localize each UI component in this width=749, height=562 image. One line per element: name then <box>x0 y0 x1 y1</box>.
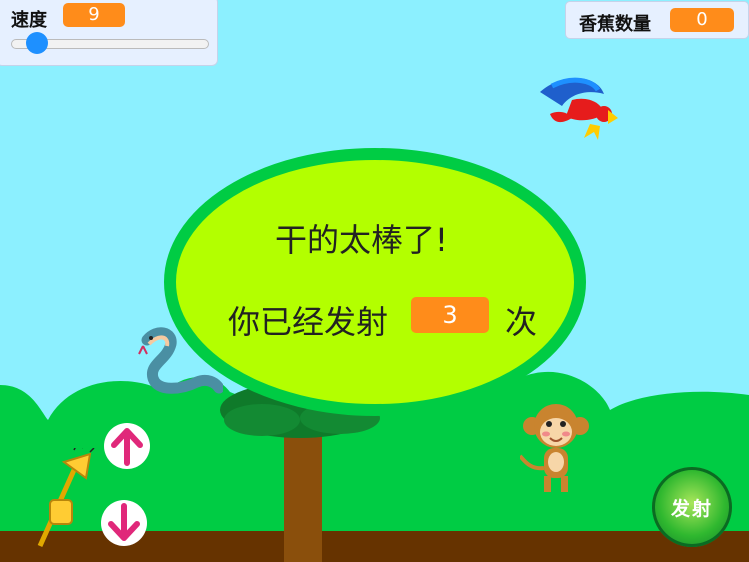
arrow-up-icon <box>111 428 143 466</box>
speed-label: 速度 <box>11 10 47 31</box>
banana-count-label: 香蕉数量 <box>579 14 651 35</box>
snake-sprite <box>138 327 223 394</box>
trumpet-sprite <box>37 448 95 548</box>
down-button[interactable] <box>101 500 147 546</box>
arrow-down-icon <box>108 503 140 541</box>
monkey-sprite[interactable] <box>520 398 592 496</box>
parrot-sprite[interactable] <box>532 72 622 144</box>
game-stage[interactable]: 速度 9 香蕉数量 0 干的太棒了! 你已经发射 3 次 发射 <box>0 0 749 562</box>
speed-monitor: 速度 9 <box>0 0 218 66</box>
fire-button[interactable]: 发射 <box>652 467 732 547</box>
banana-count-value: 0 <box>670 8 734 32</box>
message-title: 干的太棒了! <box>275 221 448 259</box>
scenery <box>0 148 749 562</box>
message-prefix: 你已经发射 <box>228 303 389 341</box>
speed-slider-thumb[interactable] <box>25 32 48 54</box>
tree-trunk <box>284 420 322 562</box>
message-suffix: 次 <box>505 303 538 341</box>
message-bubble <box>164 148 586 416</box>
fired-count-value: 3 <box>411 297 489 333</box>
banana-count-monitor: 香蕉数量 0 <box>565 1 749 39</box>
up-button[interactable] <box>104 423 150 469</box>
fire-button-label: 发射 <box>670 498 713 520</box>
speed-value: 9 <box>63 3 125 27</box>
